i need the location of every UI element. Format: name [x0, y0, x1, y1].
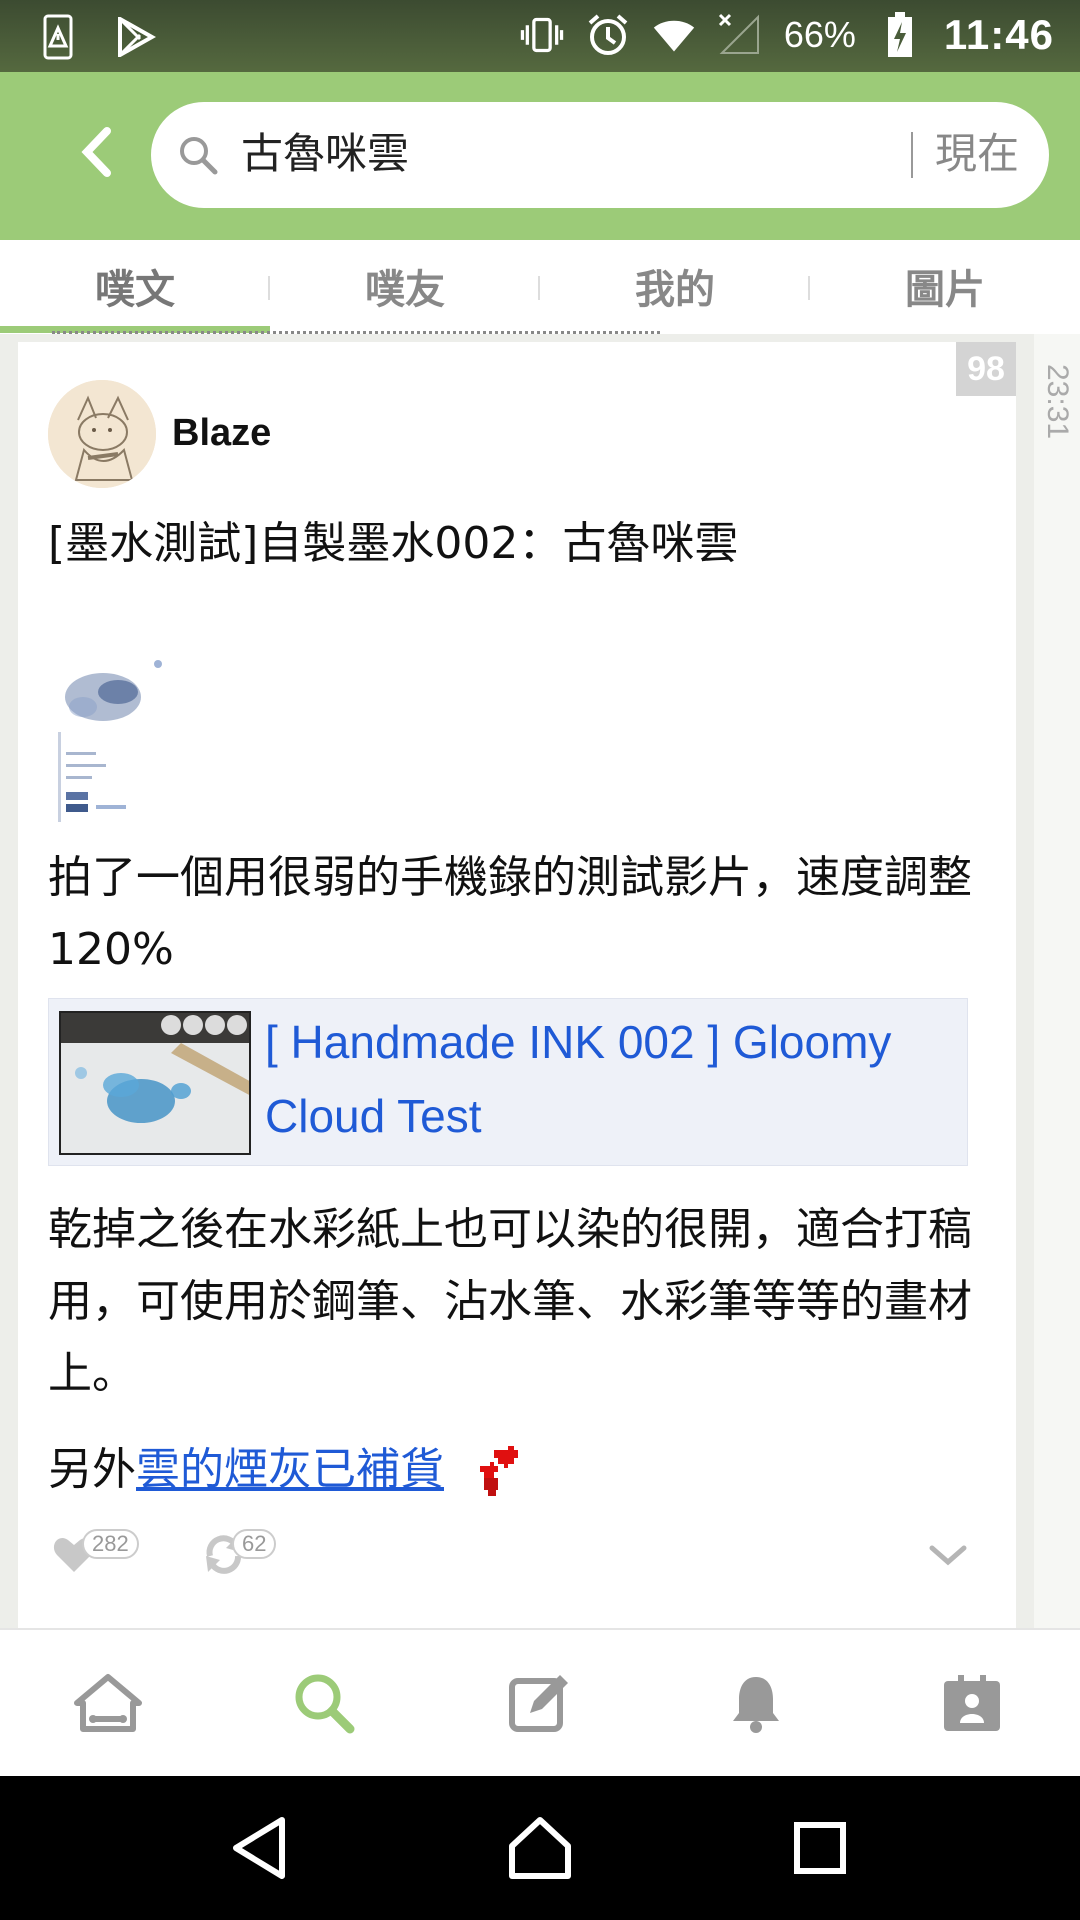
sim-alert-icon [36, 12, 80, 62]
tab-label: 我的 [635, 267, 715, 313]
avatar[interactable] [48, 380, 156, 488]
search-input[interactable]: 古魯咪雲 [241, 126, 409, 182]
back-triangle-icon [233, 1817, 285, 1879]
tab-bar: 噗文 噗友 我的 圖片 [0, 240, 1080, 332]
restock-link[interactable]: 雲的煙灰已補貨 [136, 1444, 444, 1495]
system-home-button[interactable] [480, 1788, 600, 1908]
search-box[interactable]: 古魯咪雲 現在 [151, 102, 1049, 208]
like-count: 282 [82, 1529, 139, 1559]
search-icon [177, 134, 219, 176]
battery-charging-icon [878, 10, 922, 60]
author-name[interactable]: Blaze [172, 412, 271, 455]
tab-friends[interactable]: 噗友 [270, 240, 540, 332]
ink-swatch-image[interactable] [48, 652, 178, 832]
chevron-down-icon [929, 1545, 967, 1566]
system-nav-bar [0, 1776, 1080, 1920]
replurk-count: 62 [232, 1529, 277, 1559]
like-button[interactable]: 282 [52, 1529, 139, 1574]
compose-icon [509, 1675, 568, 1732]
tab-label: 噗友 [365, 267, 445, 313]
search-mode-toggle[interactable]: 現在 [935, 126, 1019, 182]
video-thumbnail[interactable] [59, 1011, 251, 1155]
play-store-icon [114, 12, 158, 62]
nav-notifications[interactable] [648, 1630, 864, 1776]
nav-home[interactable] [0, 1630, 216, 1776]
video-link[interactable]: [ Handmade INK 002 ] Gloomy Cloud Test [265, 1005, 955, 1153]
post-actions: 282 62 [18, 1529, 1016, 1604]
video-link-card[interactable]: [ Handmade INK 002 ] Gloomy Cloud Test [48, 998, 968, 1166]
tab-label: 圖片 [905, 267, 985, 313]
home-icon [74, 1674, 142, 1732]
wifi-icon [652, 10, 696, 60]
post-time: 23:31 [1041, 364, 1074, 440]
back-button[interactable] [66, 122, 126, 182]
search-header: 古魯咪雲 現在 [0, 72, 1080, 240]
status-bar: 66% 11:46 [0, 0, 1080, 72]
alarm-icon [586, 10, 630, 60]
text-prefix: 另外 [48, 1444, 136, 1495]
post-paragraph: 拍了一個用很弱的手機錄的測試影片，速度調整120% [48, 852, 972, 975]
profile-card-icon [944, 1675, 1000, 1731]
expand-button[interactable] [928, 1544, 968, 1572]
response-count-badge[interactable]: 98 [956, 342, 1016, 396]
system-back-button[interactable] [200, 1788, 320, 1908]
post-paragraph: 乾掉之後在水彩紙上也可以染的很開，適合打稿用，可使用於鋼筆、沾水筆、水彩筆等等的… [48, 1204, 972, 1399]
post-paragraph: 另外雲的煙灰已補貨 [48, 1434, 1008, 1506]
search-icon [295, 1674, 355, 1734]
nav-search[interactable] [216, 1630, 432, 1776]
clock: 11:46 [943, 11, 1054, 58]
tab-label: 噗文 [95, 267, 175, 313]
heart-emoticon-icon [480, 1446, 518, 1496]
nav-profile[interactable] [864, 1630, 1080, 1776]
recents-icon [794, 1822, 846, 1874]
no-signal-icon [718, 10, 762, 60]
battery-percent: 66% [783, 14, 856, 55]
replurk-button[interactable]: 62 [202, 1529, 277, 1574]
tab-images[interactable]: 圖片 [810, 240, 1080, 332]
bell-icon [733, 1677, 779, 1733]
search-divider [911, 132, 913, 178]
vibrate-icon [520, 10, 564, 60]
tab-mine[interactable]: 我的 [540, 240, 810, 332]
bottom-nav [0, 1628, 1080, 1776]
system-recents-button[interactable] [760, 1788, 880, 1908]
chevron-left-icon [81, 127, 111, 177]
plurk-card[interactable]: 98 Blaze [墨水測試]自製墨水002：古魯咪雲 拍了一個用很弱的手機錄的… [18, 342, 1016, 1628]
tab-plurks[interactable]: 噗文 [0, 240, 270, 332]
home-outline-icon [509, 1817, 571, 1879]
post-title: [墨水測試]自製墨水002：古魯咪雲 [48, 518, 739, 569]
timeline-strip [1034, 334, 1080, 1628]
nav-compose[interactable] [432, 1630, 648, 1776]
results-list[interactable]: 23:31 98 Blaze [墨水測試]自製墨水002：古魯咪雲 拍了一個用很… [0, 334, 1080, 1628]
